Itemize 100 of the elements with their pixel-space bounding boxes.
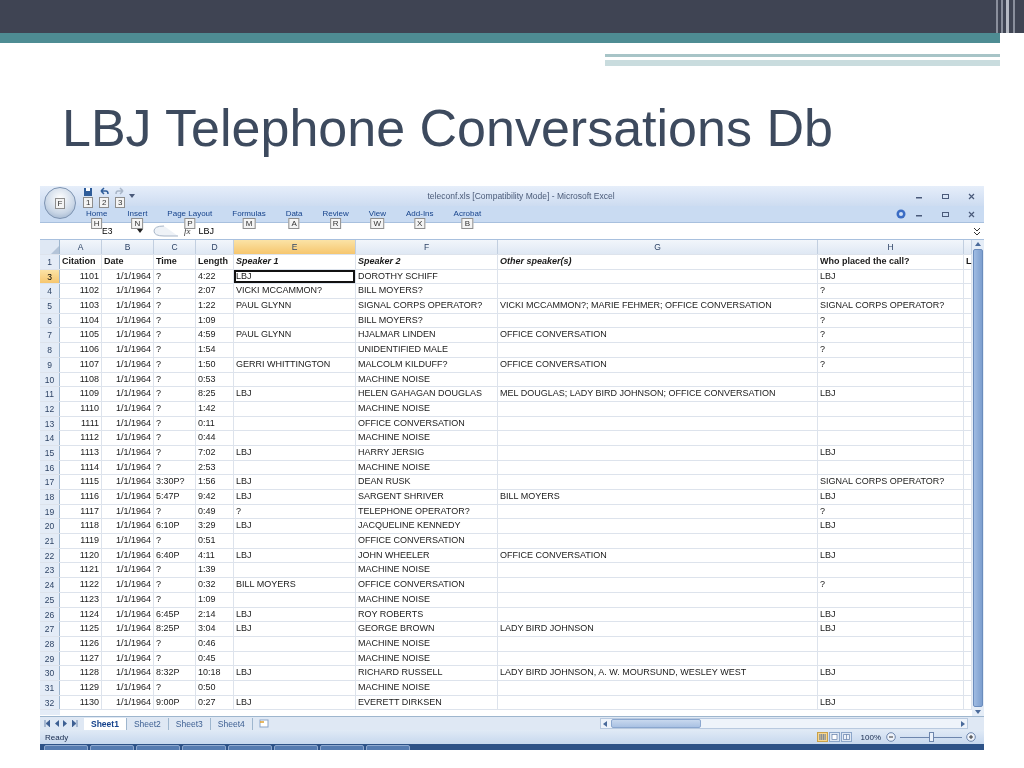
table-cell[interactable]: 1/1/1964 [102,357,154,372]
table-cell[interactable]: 1127 [60,651,102,666]
table-cell[interactable]: LBJ [818,548,964,563]
table-cell[interactable]: 1109 [60,387,102,401]
row-header[interactable]: 18 [40,490,60,504]
row-header[interactable]: 1 [40,255,60,269]
table-cell[interactable]: DEAN RUSK [356,475,498,489]
slider-thumb[interactable] [929,731,934,742]
table-cell[interactable]: ROY ROBERTS [356,607,498,622]
table-cell[interactable]: 1/1/1964 [102,504,154,519]
table-cell[interactable]: 1/1/1964 [102,607,154,622]
table-cell[interactable]: 10:18 [196,666,234,680]
table-cell[interactable]: 4:59 [196,328,234,343]
table-cell[interactable]: 1/1/1964 [102,313,154,328]
table-cell[interactable]: 1125 [60,622,102,636]
table-cell[interactable]: 1/1/1964 [102,401,154,416]
table-cell[interactable]: 1104 [60,313,102,328]
ribbon-tab[interactable]: Acrobat [443,208,492,220]
ribbon-tab[interactable]: Formulas [222,208,276,220]
table-cell[interactable]: MACHINE NOISE [356,401,498,416]
ribbon-tab[interactable]: Add-Ins [396,208,444,220]
ribbon-tab[interactable]: Page Layout [157,208,223,220]
table-cell[interactable]: MACHINE NOISE [356,636,498,651]
table-cell[interactable]: 1105 [60,328,102,343]
table-cell[interactable]: ? [154,651,196,666]
table-cell[interactable]: ? [154,445,196,460]
zoom-in-icon[interactable] [966,732,976,742]
table-cell[interactable]: 1128 [60,666,102,680]
table-cell[interactable]: ? [154,284,196,299]
table-cell[interactable]: 1122 [60,578,102,592]
row-header[interactable]: 8 [40,343,60,357]
table-cell[interactable]: BILL MOYERS [234,578,356,592]
table-cell[interactable]: 1/1/1964 [102,269,154,284]
table-cell[interactable]: 0:32 [196,578,234,592]
table-cell[interactable]: 1108 [60,372,102,387]
table-cell[interactable]: 6:10P [154,519,196,534]
table-cell[interactable]: LBJ [818,387,964,401]
table-cell[interactable]: LBJ [234,475,356,489]
table-cell[interactable]: MEL DOUGLAS; LADY BIRD JOHNSON; OFFICE CONVERSATION [498,387,818,401]
table-cell[interactable]: 1115 [60,475,102,489]
view-button[interactable] [816,732,828,742]
row-header[interactable]: 27 [40,622,60,636]
row-header[interactable]: 17 [40,475,60,489]
table-cell[interactable]: 1/1/1964 [102,343,154,357]
table-cell[interactable]: 1121 [60,563,102,578]
table-cell[interactable]: MACHINE NOISE [356,651,498,666]
table-cell[interactable]: BILL MOYERS? [356,313,498,328]
table-cell[interactable]: ? [154,299,196,313]
table-cell[interactable]: ? [154,431,196,445]
table-cell[interactable]: 0:44 [196,431,234,445]
table-cell[interactable]: 1/1/1964 [102,416,154,431]
table-cell[interactable]: 1119 [60,534,102,548]
table-cell[interactable]: 1124 [60,607,102,622]
table-cell[interactable]: 1102 [60,284,102,299]
table-cell[interactable]: LBJ [234,490,356,504]
table-cell[interactable]: 0:49 [196,504,234,519]
ribbon-tab[interactable]: Home [76,208,118,220]
column-header[interactable]: F [356,240,498,254]
table-cell[interactable]: 1:50 [196,357,234,372]
table-cell[interactable]: BILL MOYERS [498,490,818,504]
table-cell[interactable]: 0:53 [196,372,234,387]
table-cell[interactable]: 8:32P [154,666,196,680]
table-cell[interactable]: ? [154,592,196,607]
zoom-level[interactable]: 100% [860,732,881,742]
row-header[interactable]: 11 [40,387,60,401]
column-header[interactable]: E [234,240,356,254]
table-cell[interactable]: SIGNAL CORPS OPERATOR? [818,299,964,313]
table-cell[interactable]: OFFICE CONVERSATION [498,357,818,372]
table-cell[interactable]: ? [154,343,196,357]
table-cell[interactable]: 2:53 [196,460,234,475]
sheet-tab[interactable]: Sheet3 [168,717,211,730]
table-cell[interactable]: ? [154,357,196,372]
scroll-thumb[interactable] [973,249,983,707]
table-cell[interactable]: 3:30P? [154,475,196,489]
table-cell[interactable]: 0:51 [196,534,234,548]
table-cell[interactable]: VICKI MCCAMMON? [234,284,356,299]
table-cell[interactable]: 1111 [60,416,102,431]
table-cell[interactable]: 1/1/1964 [102,372,154,387]
table-cell[interactable]: PAUL GLYNN [234,299,356,313]
insert-sheet-icon[interactable] [258,719,270,728]
table-cell[interactable]: 1/1/1964 [102,578,154,592]
table-cell[interactable]: DOROTHY SCHIFF [356,269,498,284]
table-cell[interactable]: 1/1/1964 [102,431,154,445]
table-cell[interactable]: LBJ [234,695,356,710]
scroll-thumb[interactable] [611,719,701,728]
row-header[interactable]: 30 [40,666,60,680]
table-cell[interactable]: ? [818,328,964,343]
table-cell[interactable]: 1/1/1964 [102,592,154,607]
table-cell[interactable]: ? [154,401,196,416]
table-cell[interactable]: TELEPHONE OPERATOR? [356,504,498,519]
table-cell[interactable]: MALCOLM KILDUFF? [356,357,498,372]
table-cell[interactable]: LBJ [234,519,356,534]
view-button[interactable] [828,732,840,742]
table-cell[interactable]: 1123 [60,592,102,607]
table-cell[interactable]: 9:42 [196,490,234,504]
table-cell[interactable]: ? [154,578,196,592]
table-cell[interactable]: ? [154,372,196,387]
table-cell[interactable]: 1/1/1964 [102,534,154,548]
table-cell[interactable]: LBJ [818,695,964,710]
table-cell[interactable]: 1/1/1964 [102,651,154,666]
